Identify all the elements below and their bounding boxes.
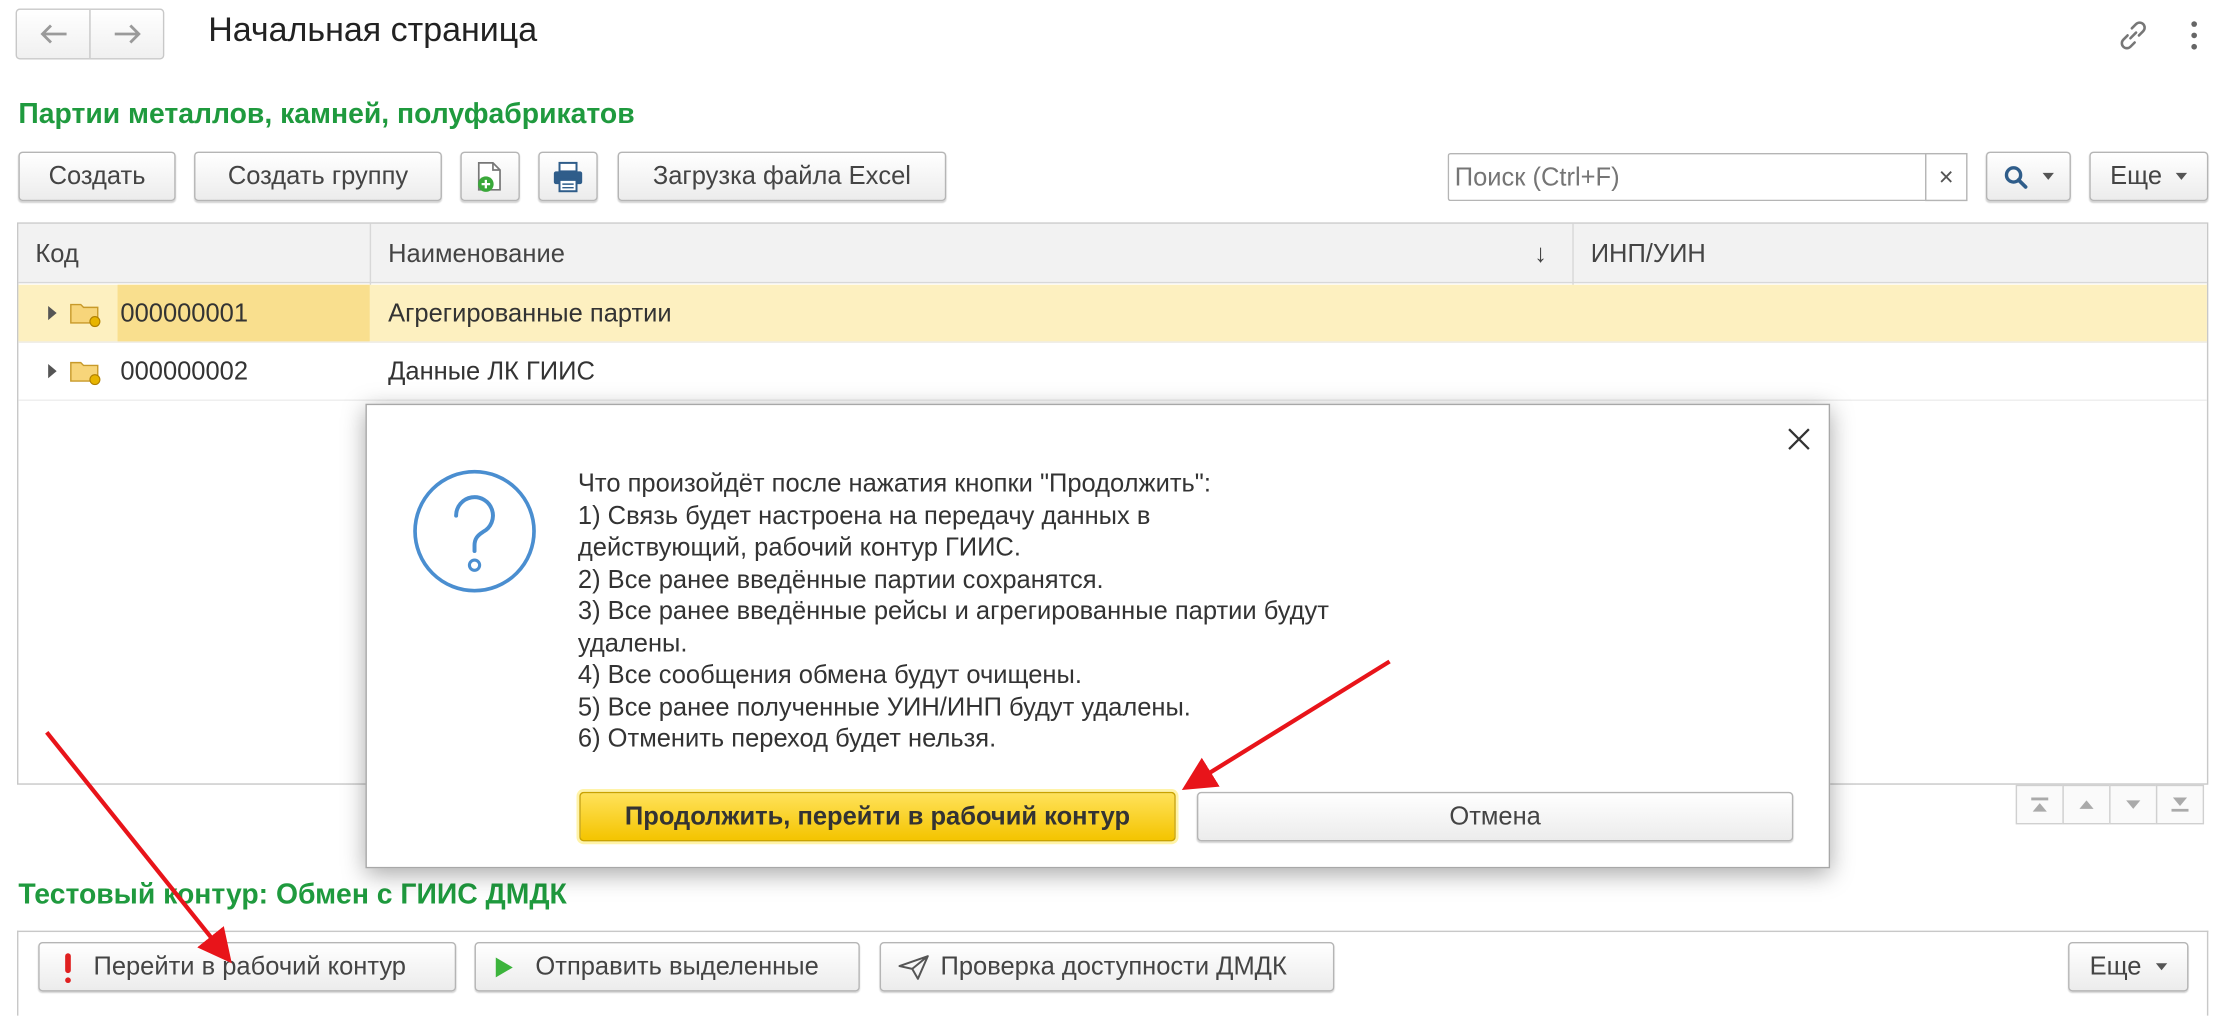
page: Начальная страница Партии металлов, камн… <box>0 0 2221 1016</box>
annotation-arrow <box>45 731 232 964</box>
annotation-arrows <box>45 659 1391 964</box>
annotation-arrow <box>1181 659 1391 791</box>
